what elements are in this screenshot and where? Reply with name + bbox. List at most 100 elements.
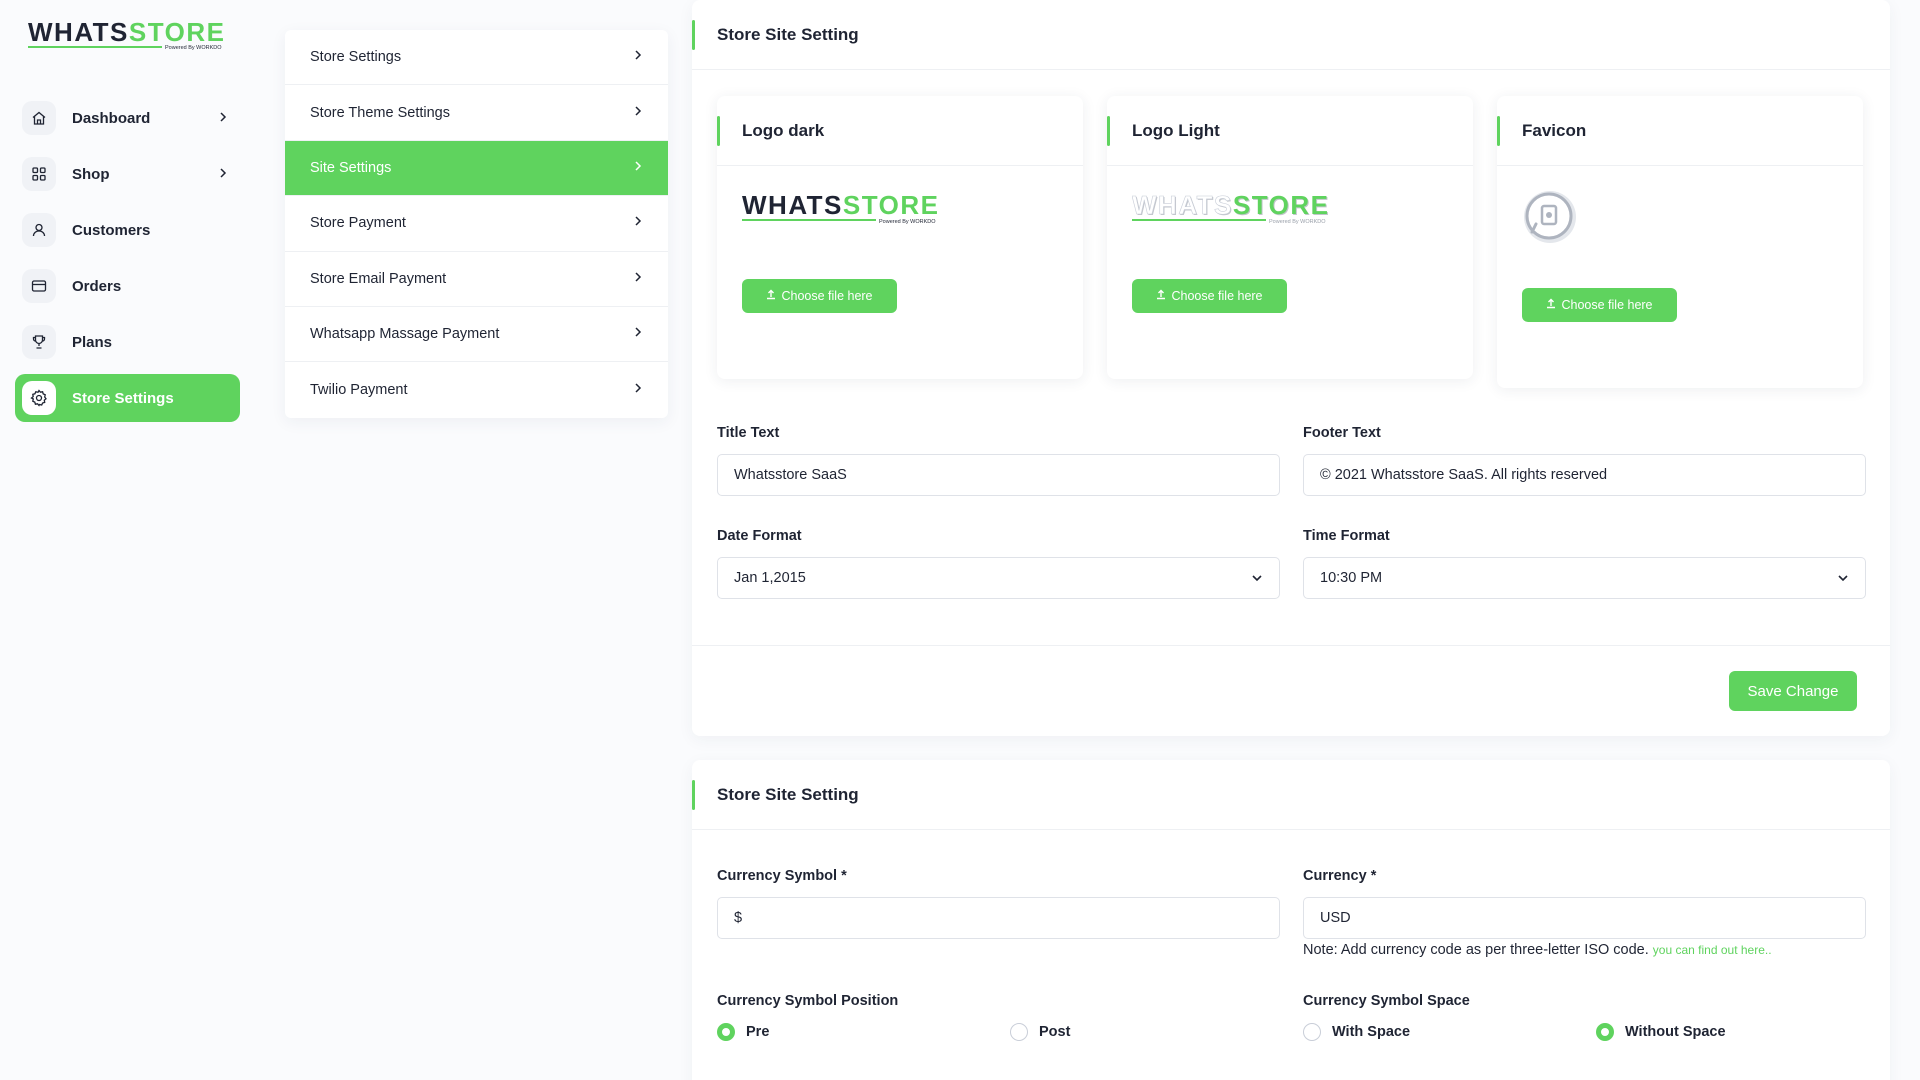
footer-text-field[interactable]: [1303, 454, 1866, 496]
chevron-right-icon: [633, 160, 643, 176]
sidebar-item-dashboard[interactable]: Dashboard: [15, 94, 240, 142]
favicon-title: Favicon: [1497, 96, 1863, 166]
menu-item-twilio-payment[interactable]: Twilio Payment: [285, 362, 668, 417]
menu-item-label: Store Settings: [310, 49, 402, 66]
upload-icon: [1546, 298, 1556, 312]
currency-label: Currency *: [1303, 868, 1377, 884]
radio-dot: [1303, 1023, 1321, 1041]
sidebar-item-label: Dashboard: [72, 109, 151, 127]
title-text-input[interactable]: [734, 467, 1263, 483]
menu-item-label: Site Settings: [310, 159, 392, 176]
choose-favicon-button[interactable]: Choose file here: [1522, 288, 1677, 322]
title-text-label: Title Text: [717, 425, 780, 441]
title-text-field[interactable]: [717, 454, 1280, 496]
favicon-preview: [1519, 186, 1581, 253]
position-pre-radio[interactable]: Pre: [717, 1023, 769, 1041]
settings-menu: Store Settings Store Theme Settings Site…: [285, 30, 668, 418]
grid-icon: [22, 157, 56, 191]
choose-file-label: Choose file here: [1561, 298, 1653, 312]
sidebar-item-customers[interactable]: Customers: [15, 206, 240, 254]
date-format-label: Date Format: [717, 528, 802, 544]
radio-label: Without Space: [1625, 1024, 1726, 1040]
logo-dark-preview: WHATSSTORE Powered By WORKDO: [742, 190, 942, 231]
date-format-select[interactable]: Jan 1,2015: [717, 557, 1280, 599]
sidebar-item-store-settings[interactable]: Store Settings: [15, 374, 240, 422]
logo-light-preview: WHATSSTORE WHATSSTORE Powered By WORKDO: [1132, 190, 1332, 231]
sidebar-item-plans[interactable]: Plans: [15, 318, 240, 366]
svg-text:WHATSSTORE: WHATSSTORE: [1132, 192, 1330, 220]
sidebar-nav: Dashboard Shop Customers Orders Plans St…: [15, 94, 240, 430]
time-format-select[interactable]: 10:30 PM: [1303, 557, 1866, 599]
symbol-space-label: Currency Symbol Space: [1303, 993, 1470, 1009]
without-space-radio[interactable]: Without Space: [1596, 1023, 1726, 1041]
radio-dot: [1596, 1023, 1614, 1041]
position-post-radio[interactable]: Post: [1010, 1023, 1070, 1041]
menu-item-whatsapp-payment[interactable]: Whatsapp Massage Payment: [285, 307, 668, 363]
svg-text:WHATSSTORE: WHATSSTORE: [28, 18, 226, 47]
choose-file-label: Choose file here: [1171, 289, 1263, 303]
logo-dark-title: Logo dark: [717, 96, 1083, 166]
card-divider: [692, 645, 1890, 646]
currency-symbol-input[interactable]: [734, 910, 1263, 926]
footer-text-label: Footer Text: [1303, 425, 1381, 441]
currency-note: Note: Add currency code as per three-let…: [1303, 942, 1772, 958]
menu-item-label: Store Payment: [310, 215, 406, 232]
sidebar-item-shop[interactable]: Shop: [15, 150, 240, 198]
currency-input[interactable]: [1320, 910, 1849, 926]
user-icon: [22, 213, 56, 247]
logo-dark-box: Logo dark WHATSSTORE Powered By WORKDO C…: [717, 96, 1083, 379]
card-title: Store Site Setting: [692, 760, 1890, 830]
menu-item-label: Store Theme Settings: [310, 104, 450, 121]
save-change-button[interactable]: Save Change: [1729, 671, 1857, 711]
radio-dot: [1010, 1023, 1028, 1041]
gear-icon: [22, 381, 56, 415]
chevron-right-icon: [633, 271, 643, 287]
currency-setting-card: Store Site Setting Currency Symbol * Cur…: [692, 760, 1890, 1080]
brand-logo[interactable]: WHATSSTORE Powered By WORKDO: [28, 18, 228, 54]
menu-item-label: Twilio Payment: [310, 382, 408, 399]
home-icon: [22, 101, 56, 135]
chevron-down-icon: [1837, 572, 1849, 588]
menu-item-store-settings[interactable]: Store Settings: [285, 30, 668, 86]
menu-item-store-payment[interactable]: Store Payment: [285, 196, 668, 252]
sidebar-item-label: Plans: [72, 333, 113, 351]
currency-field[interactable]: [1303, 897, 1866, 939]
date-format-value: Jan 1,2015: [734, 570, 806, 586]
chevron-right-icon: [218, 166, 228, 184]
currency-symbol-label: Currency Symbol *: [717, 868, 847, 884]
choose-logo-dark-button[interactable]: Choose file here: [742, 279, 897, 313]
menu-item-label: Whatsapp Massage Payment: [310, 326, 500, 343]
favicon-box: Favicon Choose file here: [1497, 96, 1863, 388]
sidebar-item-label: Customers: [72, 221, 151, 239]
with-space-radio[interactable]: With Space: [1303, 1023, 1410, 1041]
time-format-value: 10:30 PM: [1320, 570, 1383, 586]
choose-logo-light-button[interactable]: Choose file here: [1132, 279, 1287, 313]
svg-text:WHATSSTORE: WHATSSTORE: [742, 192, 940, 220]
footer-text-input[interactable]: [1320, 467, 1849, 483]
svg-text:Powered By WORKDO: Powered By WORKDO: [165, 45, 222, 51]
symbol-position-label: Currency Symbol Position: [717, 993, 899, 1009]
sidebar: WHATSSTORE Powered By WORKDO Dashboard S…: [0, 0, 258, 1080]
card-icon: [22, 269, 56, 303]
sidebar-item-orders[interactable]: Orders: [15, 262, 240, 310]
menu-item-site-settings[interactable]: Site Settings: [285, 140, 668, 197]
currency-symbol-field[interactable]: [717, 897, 1280, 939]
radio-dot: [717, 1023, 735, 1041]
logo-light-title: Logo Light: [1107, 96, 1473, 166]
radio-label: With Space: [1332, 1024, 1411, 1040]
menu-item-store-theme-settings[interactable]: Store Theme Settings: [285, 85, 668, 141]
iso-code-link[interactable]: you can find out here..: [1653, 943, 1772, 957]
chevron-right-icon: [633, 326, 643, 342]
menu-item-store-email-payment[interactable]: Store Email Payment: [285, 252, 668, 307]
svg-text:Powered By WORKDO: Powered By WORKDO: [879, 219, 936, 225]
sidebar-item-label: Shop: [72, 165, 110, 183]
chevron-right-icon: [633, 49, 643, 65]
time-format-label: Time Format: [1303, 528, 1390, 544]
site-setting-card: Store Site Setting Logo dark WHATSSTORE …: [692, 0, 1890, 736]
upload-icon: [766, 289, 776, 303]
chevron-down-icon: [1251, 572, 1263, 588]
chevron-right-icon: [633, 105, 643, 121]
svg-text:Powered By WORKDO: Powered By WORKDO: [1269, 219, 1326, 225]
trophy-icon: [22, 325, 56, 359]
sidebar-item-label: Store Settings: [72, 389, 174, 407]
